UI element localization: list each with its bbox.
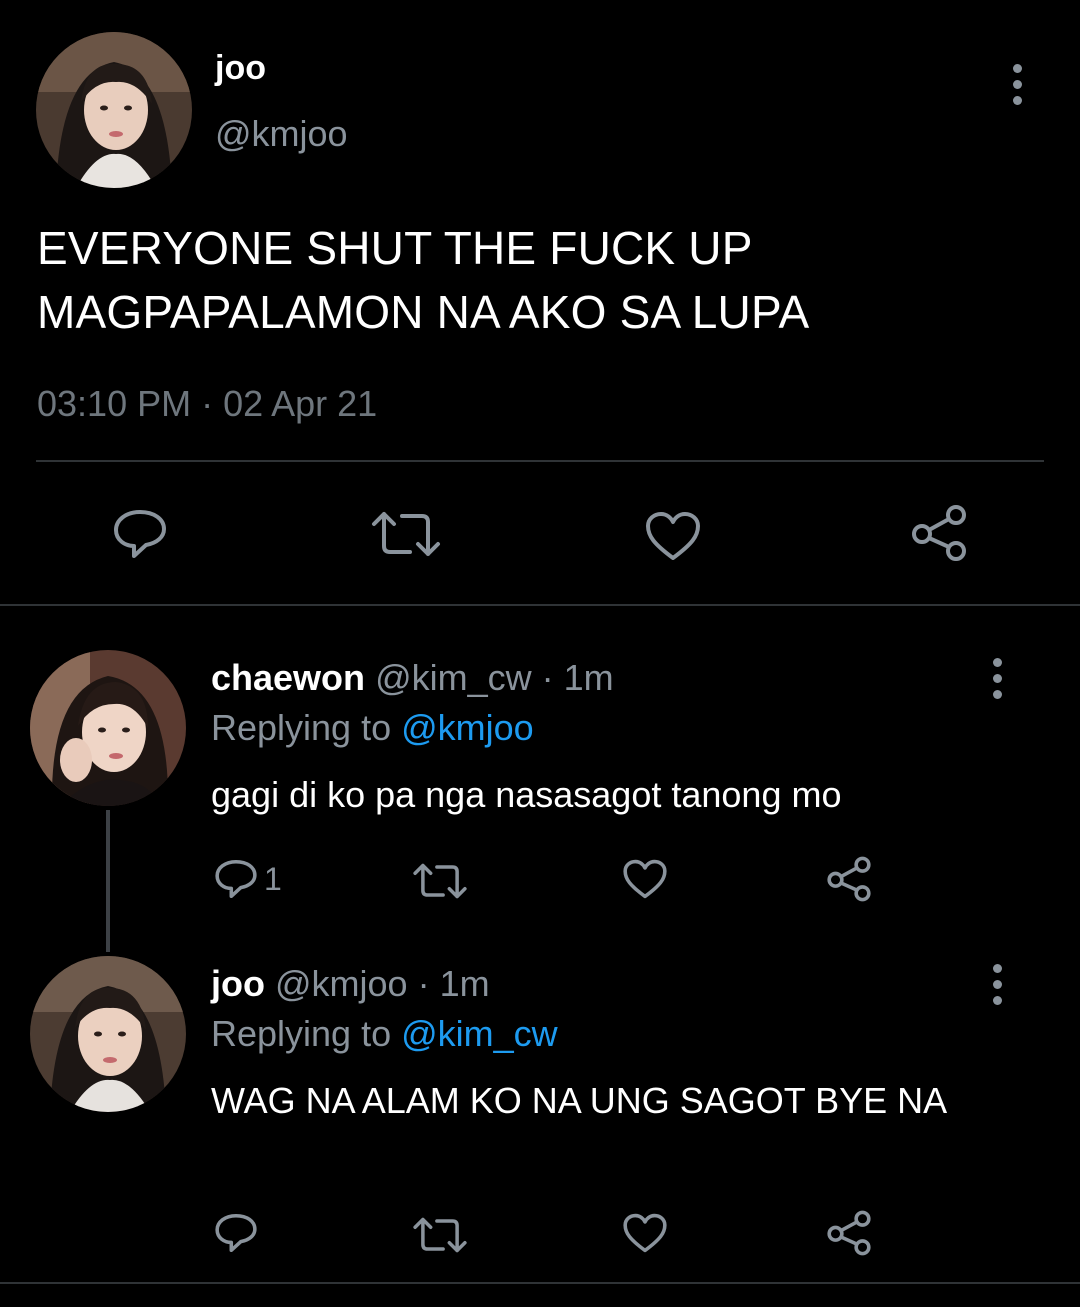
- like-icon: [623, 1213, 667, 1253]
- reply-author-name[interactable]: chaewon: [211, 657, 365, 698]
- retweet-icon: [413, 863, 467, 899]
- replying-to-label: Replying to: [211, 1013, 392, 1054]
- reply-count: 1: [264, 860, 282, 897]
- share-icon: [827, 856, 871, 902]
- reply-header: joo @kmjoo · 1m: [211, 962, 490, 1006]
- tweet-text-line: EVERYONE SHUT THE FUCK UP: [37, 222, 753, 274]
- reply-icon: [114, 510, 166, 558]
- retweet-button[interactable]: [370, 510, 442, 558]
- avatar[interactable]: [30, 650, 186, 806]
- more-options-icon[interactable]: [992, 658, 1002, 699]
- reply-text: WAG NA ALAM KO NA UNG SAGOT BYE NA: [211, 1080, 948, 1121]
- separator-dot: ·: [541, 657, 554, 698]
- reply-author-handle[interactable]: @kim_cw: [375, 657, 532, 698]
- reply-header: chaewon @kim_cw · 1m: [211, 656, 614, 700]
- reply-icon: [215, 1213, 257, 1253]
- tweet-text: EVERYONE SHUT THE FUCK UP MAGPAPALAMON N…: [37, 216, 1037, 344]
- retweet-button[interactable]: [412, 862, 468, 900]
- author-name[interactable]: joo: [215, 48, 266, 88]
- reply-author-handle[interactable]: @kmjoo: [275, 963, 408, 1004]
- more-options-icon[interactable]: [1012, 64, 1022, 105]
- divider: [36, 460, 1044, 462]
- more-options-icon[interactable]: [992, 964, 1002, 1005]
- separator-dot: ·: [417, 963, 430, 1004]
- avatar[interactable]: [30, 956, 186, 1112]
- replying-to-mention[interactable]: @kmjoo: [401, 707, 534, 748]
- reply-icon: [215, 859, 257, 899]
- retweet-button[interactable]: [412, 1216, 468, 1254]
- reply-time: 1m: [563, 657, 614, 698]
- replying-to-mention[interactable]: @kim_cw: [401, 1013, 558, 1054]
- like-icon: [646, 512, 700, 560]
- divider: [0, 604, 1080, 606]
- like-button[interactable]: [622, 1212, 668, 1254]
- reply-time: 1m: [439, 963, 490, 1004]
- thread-line: [106, 810, 110, 952]
- like-button[interactable]: [644, 510, 702, 562]
- author-handle[interactable]: @kmjoo: [215, 112, 348, 156]
- avatar[interactable]: [36, 32, 192, 188]
- divider: [0, 1282, 1080, 1284]
- reply-text: gagi di ko pa nga nasasagot tanong mo: [211, 774, 842, 815]
- reply-button[interactable]: [112, 508, 168, 560]
- replying-to: Replying to @kmjoo: [211, 706, 534, 750]
- tweet-detail-page: joo @kmjoo EVERYONE SHUT THE FUCK UP MAG…: [0, 0, 1080, 1307]
- replying-to: Replying to @kim_cw: [211, 1012, 558, 1056]
- share-button[interactable]: [910, 504, 968, 562]
- retweet-icon: [372, 512, 440, 556]
- share-icon: [912, 505, 966, 561]
- like-icon: [623, 859, 667, 899]
- tweet-text-line: MAGPAPALAMON NA AKO SA LUPA: [37, 286, 810, 338]
- replying-to-label: Replying to: [211, 707, 392, 748]
- share-button[interactable]: [826, 1210, 872, 1256]
- share-button[interactable]: [826, 856, 872, 902]
- tweet-timestamp[interactable]: 03:10 PM · 02 Apr 21: [37, 382, 377, 426]
- like-button[interactable]: [622, 858, 668, 900]
- reply-button[interactable]: 1: [214, 858, 282, 900]
- reply-author-name[interactable]: joo: [211, 963, 265, 1004]
- share-icon: [827, 1210, 871, 1256]
- retweet-icon: [413, 1217, 467, 1253]
- reply-button[interactable]: [214, 1212, 258, 1254]
